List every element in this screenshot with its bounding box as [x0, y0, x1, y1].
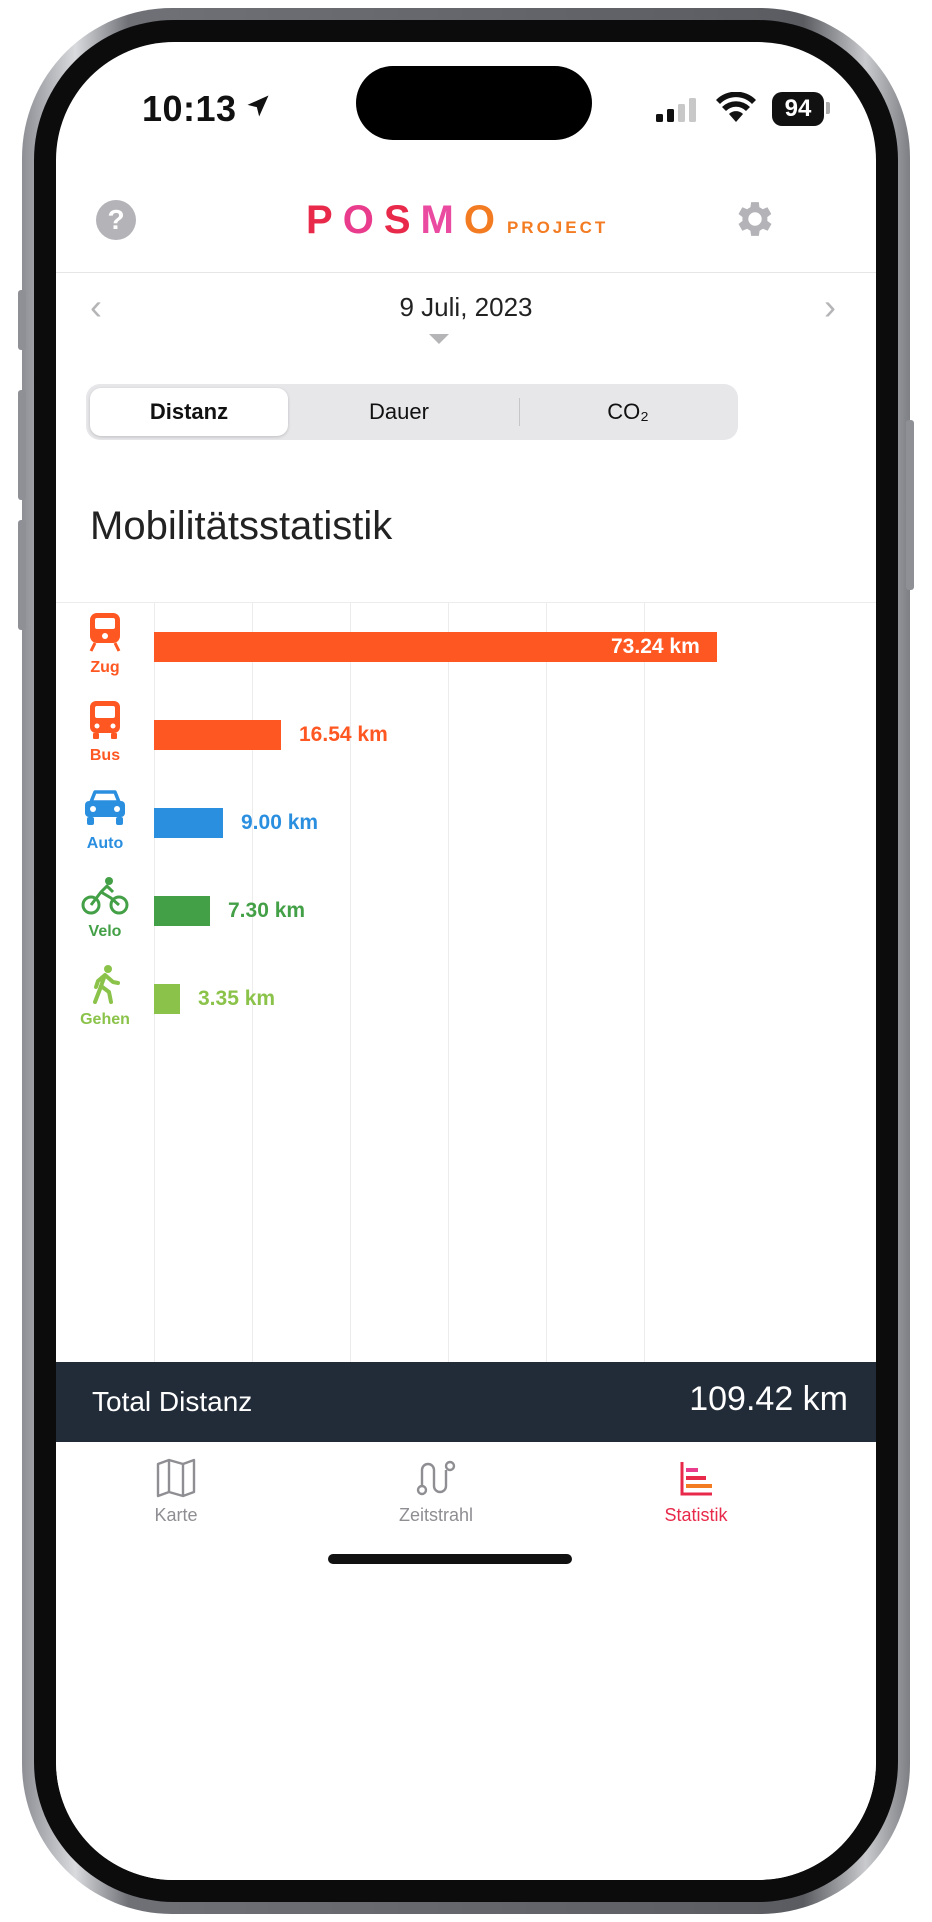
- car-icon: [85, 790, 125, 825]
- tab-label: Zeitstrahl: [398, 1505, 474, 1525]
- dynamic-island: [356, 66, 592, 140]
- train-icon: [89, 613, 121, 652]
- wifi-icon: [716, 92, 756, 122]
- mode-label: Velo: [88, 923, 122, 940]
- segment-divider: [519, 398, 520, 426]
- bar-value-label: 16.54 km: [299, 723, 388, 746]
- bicycle-icon: [81, 877, 129, 915]
- tab-label: Statistik: [664, 1505, 728, 1525]
- page-title: Mobilitätsstatistik: [90, 504, 393, 548]
- tab-zeitstrahl[interactable]: Zeitstrahl: [356, 1458, 516, 1526]
- tab-bar: Karte Zeitstrahl Statistik: [56, 1442, 876, 1880]
- total-label: Total Distanz: [92, 1386, 253, 1417]
- next-day-button[interactable]: ›: [824, 286, 836, 328]
- bar-value-label: 3.35 km: [198, 987, 276, 1010]
- bus-icon: [90, 701, 120, 739]
- power-button: [906, 420, 914, 590]
- segment-co2[interactable]: CO₂: [522, 388, 734, 436]
- mode-icon-zug: Zug: [70, 612, 140, 677]
- mode-label: Bus: [89, 747, 121, 764]
- mode-icon-velo: Velo: [70, 876, 140, 941]
- logo-project-text: PROJECT: [506, 218, 609, 237]
- mode-icon-bus: Bus: [70, 700, 140, 765]
- map-icon: [156, 1458, 196, 1498]
- logo-letter: O: [342, 198, 384, 242]
- date-selector[interactable]: 9 Juli, 2023: [56, 292, 876, 323]
- bar-velo: [154, 896, 210, 926]
- status-bar: 10:13 94: [56, 42, 876, 162]
- bar-gehen: [154, 984, 180, 1014]
- mobility-bar-chart: Zug 73.24 km Bus 16.54 km Auto 9.00 km Velo 7.3…: [56, 602, 876, 1362]
- tab-label: Karte: [154, 1505, 198, 1525]
- cellular-signal-icon: [656, 98, 696, 122]
- walking-icon: [93, 965, 120, 1004]
- gear-icon[interactable]: [732, 196, 778, 242]
- tab-statistik[interactable]: Statistik: [616, 1458, 776, 1526]
- grid-line: [350, 602, 351, 1362]
- location-arrow-icon: [247, 95, 269, 117]
- battery-indicator: 94: [772, 92, 824, 126]
- mode-icon-gehen: Gehen: [70, 964, 140, 1029]
- bar-bus: [154, 720, 281, 750]
- grid-line: [252, 602, 253, 1362]
- bar-value-label: 7.30 km: [228, 899, 306, 922]
- bar-auto: [154, 808, 223, 838]
- app-header: ? POSMO PROJECT: [56, 192, 876, 273]
- total-value: 109.42 km: [689, 1380, 848, 1418]
- battery-tip: [826, 102, 830, 114]
- grid-line: [154, 602, 155, 1362]
- bar-value-label: 73.24 km: [611, 635, 700, 658]
- timeline-route-icon: [416, 1460, 456, 1496]
- chart-top-border: [56, 602, 876, 603]
- segment-distanz[interactable]: Distanz: [90, 388, 288, 436]
- mode-icon-auto: Auto: [70, 788, 140, 853]
- tab-karte[interactable]: Karte: [96, 1458, 256, 1526]
- bar-value-label: 9.00 km: [241, 811, 319, 834]
- home-indicator[interactable]: [328, 1554, 572, 1564]
- grid-line: [448, 602, 449, 1362]
- logo-letter: P: [306, 198, 343, 242]
- grid-line: [546, 602, 547, 1362]
- segment-dauer[interactable]: Dauer: [290, 388, 508, 436]
- logo-wordmark: POSMO: [306, 198, 505, 243]
- total-bar: Total Distanz 109.42 km: [56, 1362, 876, 1442]
- posmo-logo: POSMO PROJECT: [306, 198, 608, 243]
- logo-letter: O: [463, 198, 505, 242]
- bar-chart-icon: [680, 1462, 712, 1496]
- logo-letter: S: [383, 198, 421, 242]
- mute-switch: [18, 290, 26, 350]
- mode-label: Gehen: [80, 1011, 130, 1028]
- clock: 10:13: [142, 88, 237, 129]
- volume-down-button: [18, 520, 26, 630]
- date-dropdown-caret-icon[interactable]: [429, 334, 449, 344]
- screen: 10:13 94 ? POSMO PROJECT ‹ 9 Juli, 2023 …: [56, 42, 876, 1880]
- mode-label: Auto: [86, 835, 124, 852]
- grid-line: [644, 602, 645, 1362]
- question-circle-icon[interactable]: ?: [96, 200, 136, 240]
- logo-letter: M: [420, 198, 464, 242]
- volume-up-button: [18, 390, 26, 500]
- mode-label: Zug: [90, 659, 120, 676]
- date-navigator: ‹ 9 Juli, 2023 ›: [56, 282, 876, 362]
- metric-segmented-control: Distanz Dauer CO₂: [86, 384, 738, 440]
